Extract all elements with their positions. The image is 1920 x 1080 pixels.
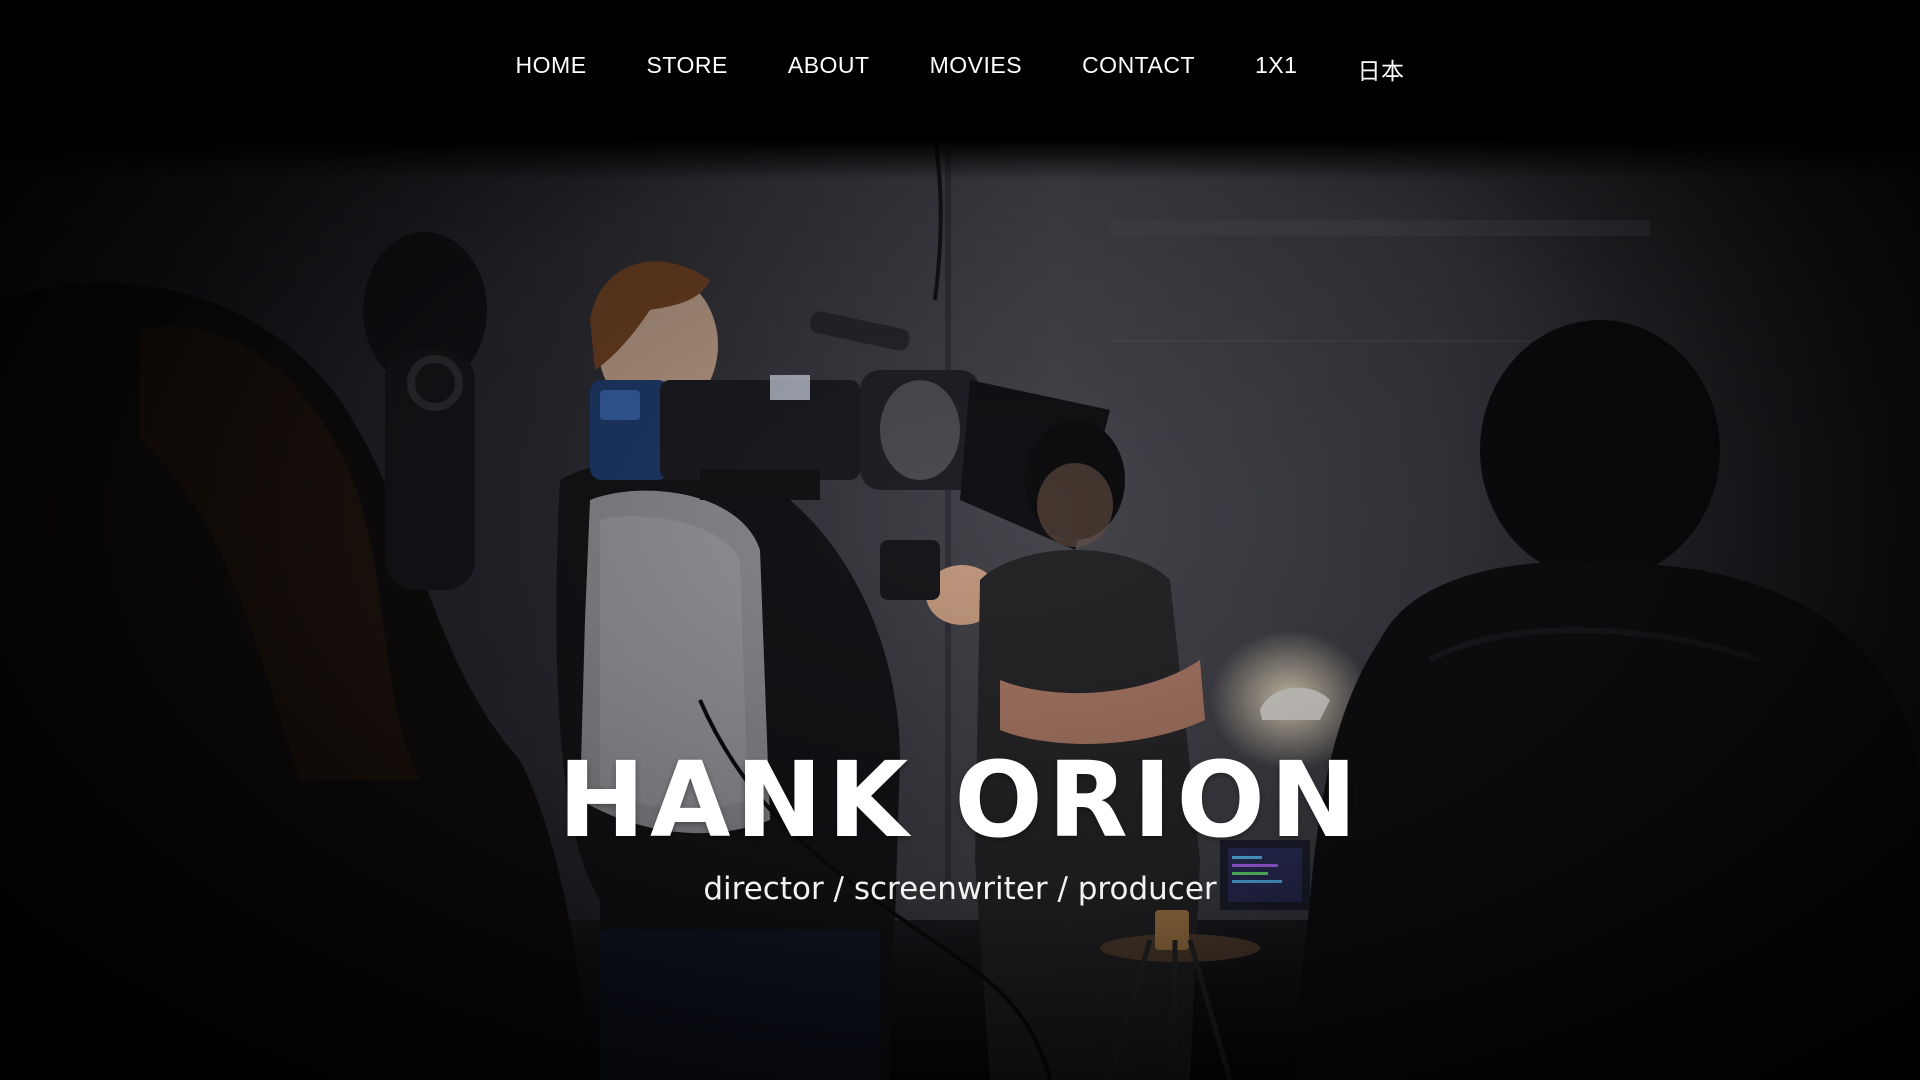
nav-menu: HOME STORE ABOUT MOVIES CONTACT 1X1 日本 <box>0 48 1920 90</box>
hero-section <box>0 140 1920 1080</box>
nav-item-movies[interactable]: MOVIES <box>930 48 1022 90</box>
nav-item-home[interactable]: HOME <box>516 48 587 90</box>
hero-subtitle: director / screenwriter / producer <box>703 871 1217 907</box>
nav-item-store[interactable]: STORE <box>647 48 728 90</box>
nav-item-about[interactable]: ABOUT <box>788 48 870 90</box>
page: HOME STORE ABOUT MOVIES CONTACT 1X1 日本 H… <box>0 0 1920 1080</box>
nav-item-contact[interactable]: CONTACT <box>1082 48 1195 90</box>
top-navigation: HOME STORE ABOUT MOVIES CONTACT 1X1 日本 <box>0 0 1920 140</box>
hero-title: HANK ORION <box>558 739 1362 861</box>
nav-item-japanese[interactable]: 日本 <box>1357 48 1404 90</box>
nav-item-1x1[interactable]: 1X1 <box>1255 48 1297 90</box>
hero-background-photo <box>0 140 1920 1080</box>
